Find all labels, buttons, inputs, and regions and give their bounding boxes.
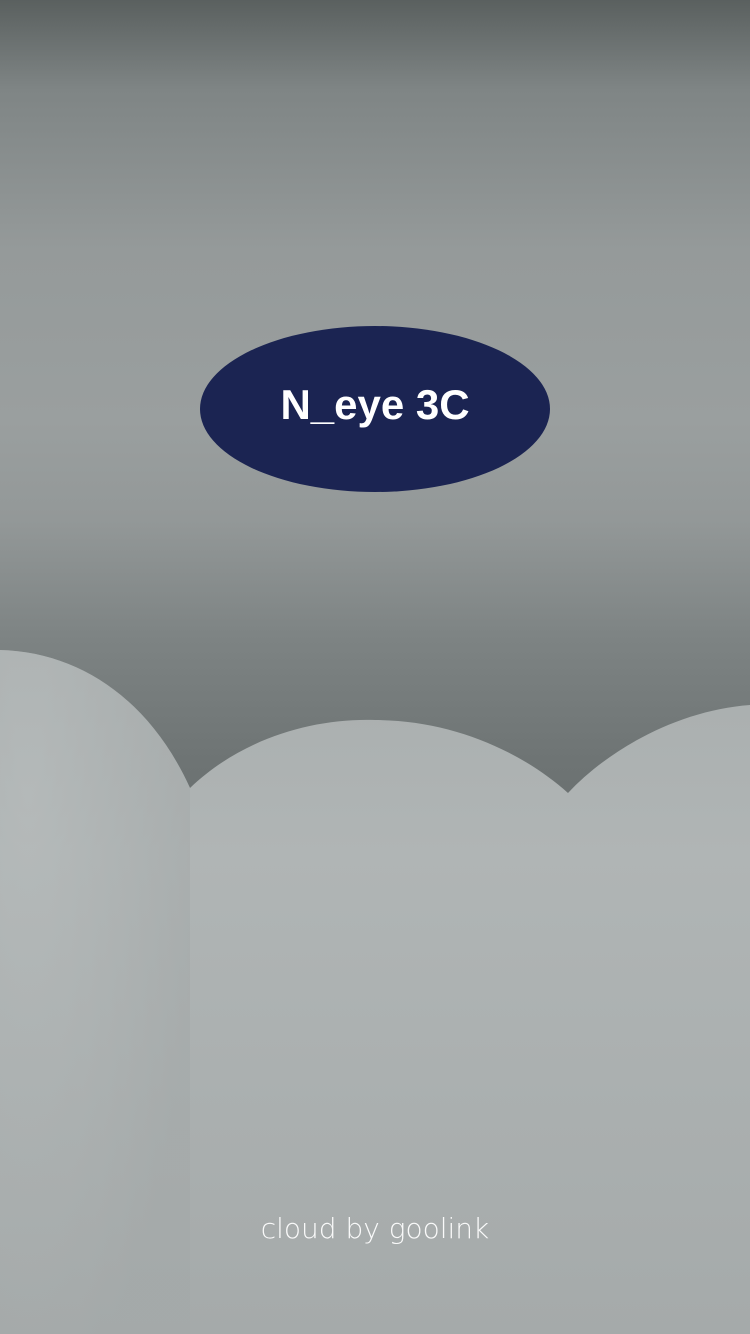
cloud-background-icon — [0, 650, 750, 1334]
app-logo-text: N_eye 3C — [280, 381, 470, 428]
footer-tagline: cloud by goolink — [260, 1212, 490, 1245]
splash-screen: N_eye 3C cloud by goolink — [0, 0, 750, 1334]
app-logo: N_eye 3C — [200, 326, 550, 492]
